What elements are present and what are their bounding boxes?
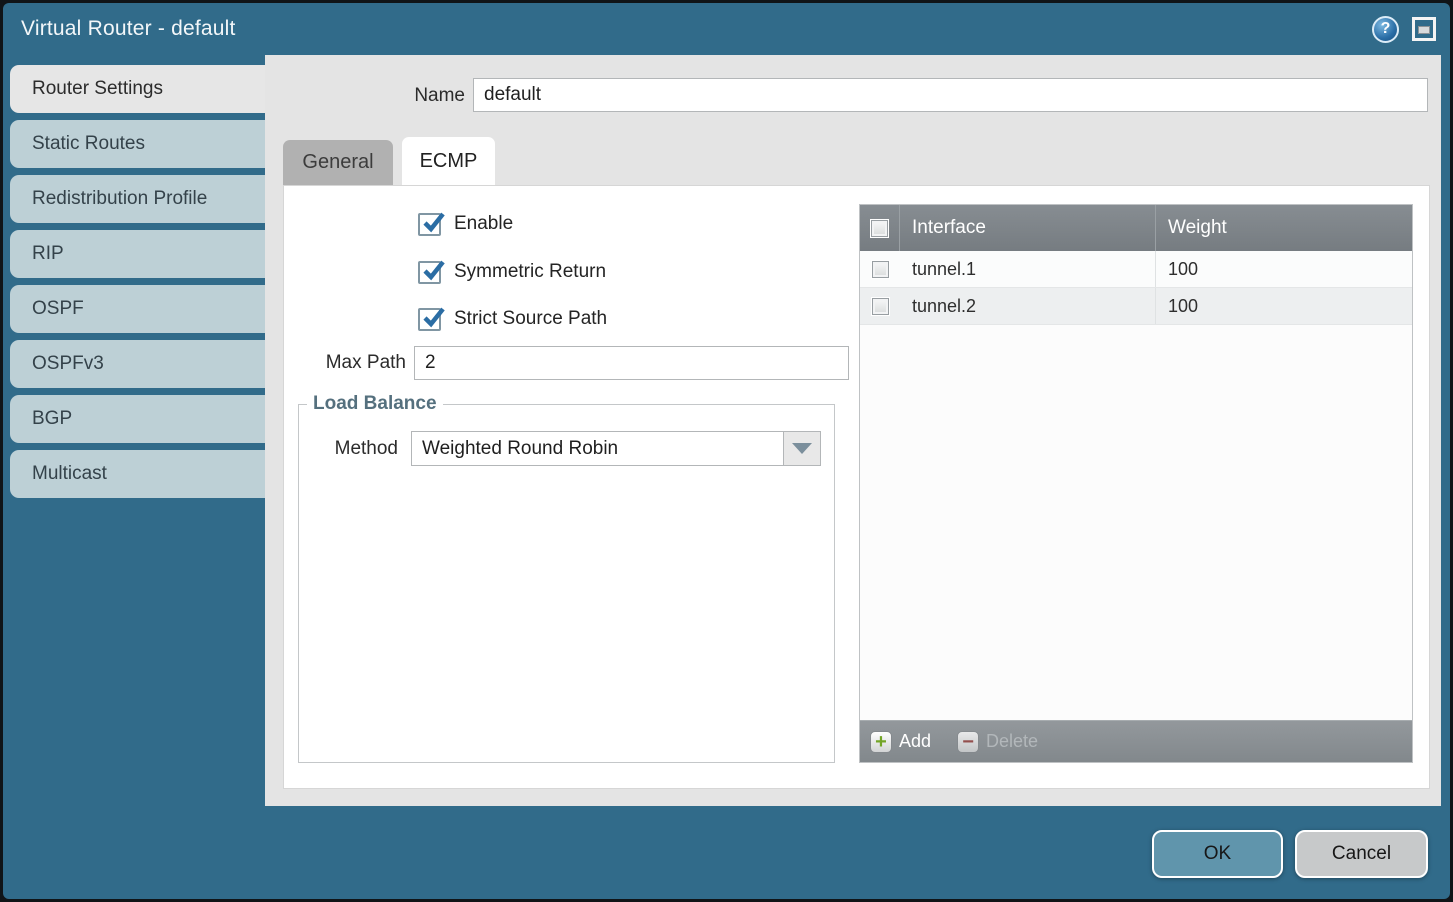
sidebar-item-ospf[interactable]: OSPF [10,285,265,333]
load-balance-legend: Load Balance [307,393,443,415]
titlebar: Virtual Router - default ? [3,3,1450,55]
titlebar-icons: ? [1372,16,1436,43]
symmetric-return-row: Symmetric Return [418,259,606,285]
strict-source-path-checkbox[interactable] [418,308,441,331]
chevron-down-icon [792,443,812,454]
checkmark-icon [420,257,447,284]
select-all-checkbox[interactable] [871,220,888,237]
table-row[interactable]: tunnel.1 100 [860,251,1412,288]
virtual-router-dialog: Virtual Router - default ? Router Settin… [3,3,1450,899]
tab-bar: General ECMP [283,137,495,185]
checkmark-icon [420,304,447,331]
name-input[interactable] [473,78,1428,112]
table-footer-bar: + Add − Delete [860,720,1412,762]
max-path-label: Max Path [284,352,406,374]
tab-general[interactable]: General [283,140,393,185]
interface-cell: tunnel.2 [900,288,1155,324]
row-checkbox[interactable] [872,261,889,278]
enable-label: Enable [454,213,513,235]
symmetric-return-label: Symmetric Return [454,261,606,283]
method-label: Method [299,438,411,460]
table-row[interactable]: tunnel.2 100 [860,288,1412,325]
delete-button-label: Delete [986,731,1038,752]
interface-cell: tunnel.1 [900,251,1155,287]
strict-source-path-row: Strict Source Path [418,306,607,332]
restore-window-icon[interactable] [1412,17,1436,41]
table-empty-area [860,325,1412,720]
weight-cell: 100 [1155,251,1412,287]
method-dropdown-value: Weighted Round Robin [422,432,618,465]
method-dropdown[interactable]: Weighted Round Robin [411,431,821,466]
checkmark-icon [420,209,447,236]
name-label: Name [345,85,465,107]
row-checkbox-cell [860,288,900,324]
minus-icon: − [957,731,979,753]
row-checkbox-cell [860,251,900,287]
sidebar: Router Settings Static Routes Redistribu… [10,65,265,505]
dialog-title: Virtual Router - default [21,17,236,41]
strict-source-path-label: Strict Source Path [454,308,607,330]
sidebar-item-rip[interactable]: RIP [10,230,265,278]
tab-ecmp[interactable]: ECMP [402,137,495,185]
enable-checkbox[interactable] [418,213,441,236]
table-header-row: Interface Weight [860,205,1412,251]
add-button-label: Add [899,731,931,752]
content-area: Name General ECMP Enable [265,55,1441,806]
sidebar-item-router-settings[interactable]: Router Settings [10,65,265,113]
sidebar-item-redistribution-profile[interactable]: Redistribution Profile [10,175,265,223]
plus-icon: + [870,731,892,753]
dropdown-arrow-button[interactable] [783,432,820,465]
add-button[interactable]: + Add [870,731,931,753]
weight-cell: 100 [1155,288,1412,324]
table-header-checkbox-cell [860,205,900,251]
load-balance-fieldset: Load Balance Method Weighted Round Robin [298,393,835,763]
sidebar-item-ospfv3[interactable]: OSPFv3 [10,340,265,388]
restore-window-icon-inner [1418,26,1430,34]
ok-button[interactable]: OK [1152,830,1283,878]
cancel-button[interactable]: Cancel [1295,830,1428,878]
ecmp-interface-table: Interface Weight tunnel.1 100 tunnel.2 1… [859,204,1413,763]
row-checkbox[interactable] [872,298,889,315]
method-row: Method Weighted Round Robin [299,431,834,466]
ecmp-tab-panel: Enable Symmetric Return Strict Source Pa… [283,185,1430,789]
symmetric-return-checkbox[interactable] [418,261,441,284]
sidebar-item-bgp[interactable]: BGP [10,395,265,443]
sidebar-item-static-routes[interactable]: Static Routes [10,120,265,168]
delete-button[interactable]: − Delete [957,731,1038,753]
help-icon[interactable]: ? [1372,16,1399,43]
interface-column-header: Interface [900,205,1155,251]
sidebar-item-multicast[interactable]: Multicast [10,450,265,498]
weight-column-header: Weight [1155,205,1412,251]
max-path-input[interactable] [414,346,849,380]
enable-row: Enable [418,211,513,237]
